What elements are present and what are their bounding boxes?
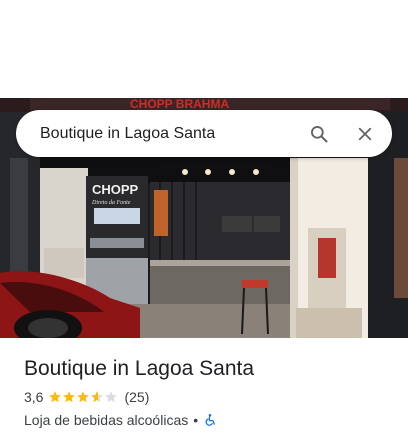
review-count[interactable]: (25)	[124, 389, 149, 405]
search-icon	[311, 125, 328, 142]
star-icon	[91, 391, 104, 403]
category-row: Loja de bebidas alcoólicas •	[24, 411, 394, 429]
rating-value: 3,6	[24, 389, 44, 405]
star-icon	[49, 391, 62, 403]
top-blank-area	[0, 0, 408, 98]
rating-stars	[48, 390, 118, 404]
close-icon	[358, 127, 372, 140]
star-icon	[77, 391, 90, 403]
place-info-panel: Boutique in Lagoa Santa 3,6 (25) Loja de…	[24, 356, 394, 429]
search-bar[interactable]: Boutique in Lagoa Santa	[16, 110, 392, 157]
wheelchair-icon	[205, 414, 216, 426]
chopp-sign-subtext: Direto da Fonte	[91, 200, 131, 206]
star-icon	[105, 391, 118, 403]
place-title[interactable]: Boutique in Lagoa Santa	[24, 356, 394, 382]
star-icon	[63, 391, 76, 403]
place-category: Loja de bebidas alcoólicas	[24, 412, 189, 428]
separator-dot: •	[193, 412, 199, 428]
search-button[interactable]	[296, 111, 342, 157]
rating-row[interactable]: 3,6 (25)	[24, 388, 394, 406]
clear-search-button[interactable]	[342, 111, 388, 157]
chopp-sign-text: CHOPP	[92, 182, 139, 197]
search-input[interactable]: Boutique in Lagoa Santa	[40, 125, 296, 143]
